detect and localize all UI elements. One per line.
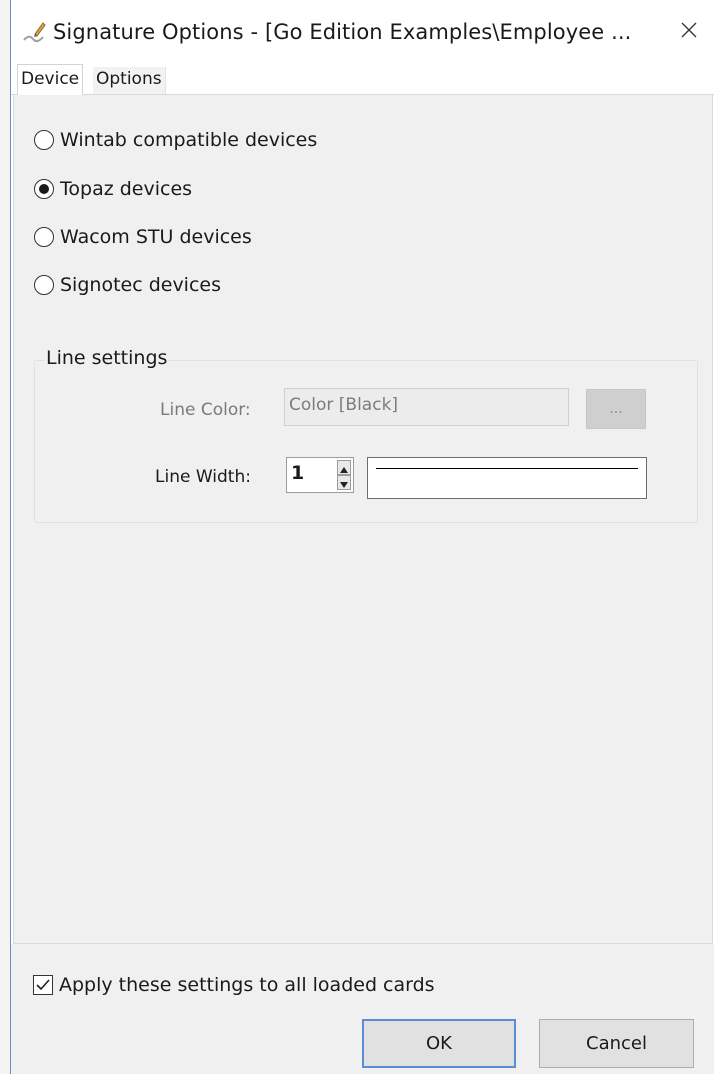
window-title: Signature Options - [Go Edition Examples… (53, 20, 632, 44)
close-icon (681, 22, 697, 42)
radio-dot (39, 184, 49, 194)
stepper-down-button[interactable] (337, 475, 351, 490)
radio-button[interactable] (34, 227, 54, 247)
radio-signotec[interactable]: Signotec devices (34, 274, 221, 296)
apply-all-checkbox[interactable] (33, 975, 53, 995)
line-width-stepper[interactable]: 1 (286, 457, 354, 493)
tab-bar: Device Options (11, 64, 714, 95)
ok-button[interactable]: OK (362, 1019, 516, 1068)
line-width-preview (367, 457, 647, 499)
line-width-value[interactable]: 1 (291, 462, 304, 484)
apply-all-label: Apply these settings to all loaded cards (59, 974, 435, 996)
title-bar[interactable]: Signature Options - [Go Edition Examples… (11, 0, 714, 64)
line-sample (376, 468, 638, 469)
radio-button[interactable] (34, 130, 54, 150)
close-button[interactable] (671, 14, 707, 50)
background-strip (0, 0, 10, 1074)
checkmark-icon (36, 976, 50, 995)
signature-options-dialog: Signature Options - [Go Edition Examples… (10, 0, 714, 1074)
line-width-label: Line Width: (155, 467, 251, 487)
radio-wintab[interactable]: Wintab compatible devices (34, 129, 317, 151)
stepper-buttons (337, 460, 351, 490)
radio-label-signotec: Signotec devices (60, 274, 221, 296)
color-picker-button: ... (586, 389, 646, 429)
line-color-field: Color [Black] (284, 388, 569, 426)
radio-label-topaz: Topaz devices (60, 178, 193, 200)
line-settings-title: Line settings (44, 347, 170, 369)
tab-options[interactable]: Options (93, 67, 166, 94)
radio-label-wacom: Wacom STU devices (60, 226, 252, 248)
device-tab-panel: Wintab compatible devices Topaz devices … (13, 94, 713, 944)
line-color-label: Line Color: (160, 400, 251, 420)
pen-signature-icon (21, 20, 47, 46)
caret-down-icon (340, 473, 348, 492)
tab-device[interactable]: Device (17, 64, 84, 95)
radio-button[interactable] (34, 275, 54, 295)
dialog-footer: Apply these settings to all loaded cards… (11, 944, 714, 1074)
radio-wacom[interactable]: Wacom STU devices (34, 226, 252, 248)
radio-topaz[interactable]: Topaz devices (34, 178, 192, 200)
cancel-button[interactable]: Cancel (539, 1019, 694, 1068)
radio-button-selected[interactable] (34, 179, 54, 199)
apply-all-checkbox-row[interactable]: Apply these settings to all loaded cards (33, 974, 435, 996)
radio-label-wintab: Wintab compatible devices (60, 129, 318, 151)
